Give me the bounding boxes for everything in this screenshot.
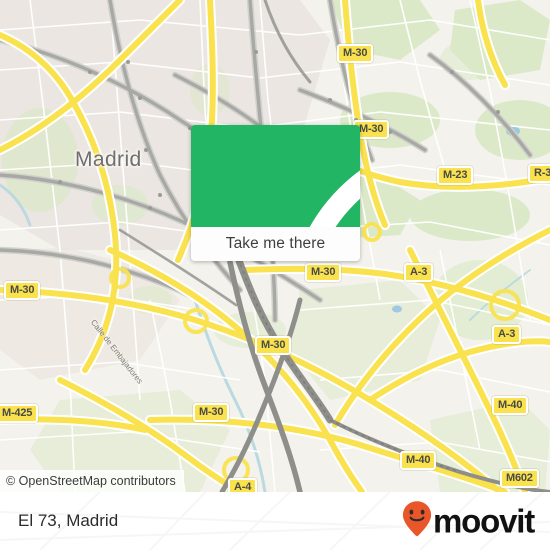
take-me-there-callout[interactable]: Take me there — [191, 125, 360, 261]
highway-shield[interactable]: A-4 — [228, 478, 258, 492]
highway-shield[interactable]: M-30 — [255, 336, 292, 355]
take-me-there-label: Take me there — [225, 235, 326, 252]
map-canvas[interactable]: Madrid Calle de Embajadores M-30 M-30 M-… — [0, 0, 550, 492]
highway-shield[interactable]: M-30 — [337, 44, 374, 63]
location-title: El 73, Madrid — [18, 511, 119, 530]
highway-shield[interactable]: M-30 — [305, 263, 342, 282]
moovit-smiley-pin-icon — [402, 501, 432, 542]
highway-shield[interactable]: M-23 — [437, 166, 474, 185]
moovit-wordmark: moovit — [433, 502, 535, 540]
osm-attribution[interactable]: © OpenStreetMap contributors — [0, 470, 184, 492]
highway-shield[interactable]: A-3 — [492, 325, 522, 344]
highway-shield[interactable]: R-3 — [528, 164, 550, 183]
moovit-location-card: Madrid Calle de Embajadores M-30 M-30 M-… — [0, 0, 550, 550]
footer-bar: El 73, Madrid moovit — [0, 492, 550, 550]
osm-attribution-text: © OpenStreetMap contributors — [6, 474, 176, 488]
highway-shield[interactable]: M-30 — [4, 281, 41, 300]
highway-shield[interactable]: M602 — [500, 469, 539, 488]
highway-shield[interactable]: A-3 — [404, 263, 434, 282]
highway-shield[interactable]: M-30 — [193, 403, 230, 422]
highway-shield[interactable]: M-40 — [400, 451, 437, 470]
callout-pin-panel — [191, 125, 360, 261]
highway-shield[interactable]: M-425 — [0, 404, 39, 423]
highway-shield[interactable]: M-40 — [492, 396, 529, 415]
take-me-there-button[interactable]: Take me there — [191, 227, 360, 261]
moovit-brand[interactable]: moovit — [402, 501, 535, 542]
